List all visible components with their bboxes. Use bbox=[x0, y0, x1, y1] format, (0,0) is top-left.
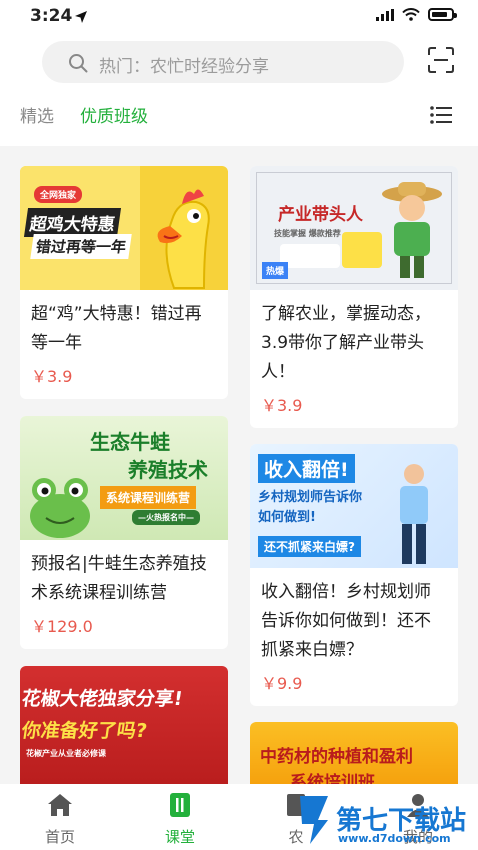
course-title: 了解农业，掌握动态，3.9带你了解产业带头人！ bbox=[261, 304, 431, 382]
course-title: 超“鸡”大特惠！错过再等一年 bbox=[31, 304, 202, 353]
watermark-url: www.d7down.com bbox=[338, 832, 451, 845]
course-thumbnail: 中药材的种植和盈利 系统培训班 bbox=[250, 722, 458, 792]
thumb-subline: 错过再等一年 bbox=[30, 234, 132, 259]
farmer-illustration-icon bbox=[382, 182, 442, 278]
home-icon bbox=[48, 794, 72, 816]
thumb-subline: 系统课程训练营 bbox=[100, 486, 197, 509]
course-price: ￥129.0 bbox=[31, 617, 93, 636]
thumb-headline: 收入翻倍! bbox=[258, 454, 355, 483]
course-thumbnail: 产业带头人 技能掌握 爆款推荐 热爆 bbox=[250, 166, 458, 290]
thumb-tag: 全网独家 bbox=[34, 186, 83, 203]
person-illustration-icon bbox=[400, 464, 428, 564]
signal-icon bbox=[376, 8, 394, 21]
watermark: 第七下载站 www.d7down.com bbox=[298, 792, 478, 850]
course-thumbnail: 全网独家 超鸡大特惠 错过再等一年 bbox=[20, 166, 228, 290]
status-time: 3:24 bbox=[30, 6, 73, 26]
course-card[interactable]: 花椒大佬独家分享! 你准备好了吗? 花椒产业从业者必修课 bbox=[20, 666, 228, 796]
search-bar[interactable]: 热门：农忙时经验分享 bbox=[42, 41, 404, 83]
location-arrow-icon bbox=[75, 11, 87, 23]
battery-icon bbox=[428, 8, 457, 21]
tab-featured[interactable]: 精选 bbox=[20, 102, 54, 127]
tab-classroom-label: 课堂 bbox=[164, 828, 195, 846]
search-icon bbox=[69, 54, 88, 73]
scan-icon[interactable] bbox=[428, 47, 454, 73]
frog-icon bbox=[30, 478, 90, 538]
tab-quality-classes[interactable]: 优质班级 bbox=[80, 102, 148, 127]
thumb-subline: 乡村规划师告诉你 bbox=[258, 490, 363, 505]
tab-home-label: 首页 bbox=[44, 828, 75, 846]
course-card[interactable]: 全网独家 超鸡大特惠 错过再等一年 超“鸡”大特惠！错过再等一年 ￥3.9 bbox=[20, 166, 228, 399]
thumb-headline-2: 养殖技术 bbox=[128, 458, 208, 482]
thumb-note: 花椒产业从业者必修课 bbox=[26, 749, 106, 758]
thumb-subline-2: 如何做到! bbox=[258, 510, 316, 525]
course-card[interactable]: 产业带头人 技能掌握 爆款推荐 热爆 了解农业，掌握动态，3.9带你了解产业带头… bbox=[250, 166, 458, 428]
thumb-headline: 超鸡大特惠 bbox=[23, 208, 122, 237]
category-tabs: 精选 优质班级 bbox=[20, 102, 148, 127]
tab-classroom[interactable]: 课堂 bbox=[140, 792, 220, 847]
thumb-note: —火热报名中— bbox=[132, 510, 200, 525]
search-placeholder: 热门：农忙时经验分享 bbox=[99, 57, 269, 77]
classroom-icon bbox=[170, 793, 190, 817]
thumb-headline: 产业带头人 bbox=[278, 205, 363, 225]
course-thumbnail: 收入翻倍! 乡村规划师告诉你 如何做到! 还不抓紧来白嫖? bbox=[250, 444, 458, 568]
course-thumbnail: 生态牛蛙 养殖技术 系统课程训练营 —火热报名中— bbox=[20, 416, 228, 540]
status-bar: 3:24 bbox=[0, 0, 478, 34]
thumb-badge: 热爆 bbox=[262, 262, 289, 279]
course-price: ￥3.9 bbox=[261, 396, 303, 415]
course-title: 收入翻倍！乡村规划师告诉你如何做到！还不抓紧来白嫖？ bbox=[261, 582, 431, 660]
wifi-icon bbox=[402, 8, 420, 21]
tab-home[interactable]: 首页 bbox=[20, 792, 100, 847]
list-menu-icon[interactable] bbox=[430, 106, 452, 124]
course-price: ￥3.9 bbox=[31, 367, 73, 386]
course-card[interactable]: 收入翻倍! 乡村规划师告诉你 如何做到! 还不抓紧来白嫖? 收入翻倍！乡村规划师… bbox=[250, 444, 458, 706]
thumb-headline: 中药材的种植和盈利 bbox=[260, 747, 413, 767]
thumb-headline: 生态牛蛙 bbox=[90, 430, 170, 454]
rubber-chicken-icon bbox=[157, 189, 210, 289]
thumb-subline: 技能掌握 爆款推荐 bbox=[274, 229, 341, 238]
watermark-logo-icon bbox=[300, 796, 328, 844]
course-thumbnail: 花椒大佬独家分享! 你准备好了吗? 花椒产业从业者必修课 bbox=[20, 666, 228, 796]
thumb-subline: 你准备好了吗? bbox=[20, 720, 149, 742]
course-price: ￥9.9 bbox=[261, 674, 303, 693]
thumb-headline: 花椒大佬独家分享! bbox=[20, 688, 185, 710]
thumb-note: 还不抓紧来白嫖? bbox=[258, 536, 361, 557]
header: 热门：农忙时经验分享 精选 优质班级 bbox=[0, 34, 478, 146]
course-title: 预报名|牛蛙生态养殖技术系统课程训练营 bbox=[31, 554, 207, 603]
course-card[interactable]: 中药材的种植和盈利 系统培训班 bbox=[250, 722, 458, 792]
course-card[interactable]: 生态牛蛙 养殖技术 系统课程训练营 —火热报名中— 预报名|牛蛙生态养殖技术系统… bbox=[20, 416, 228, 649]
